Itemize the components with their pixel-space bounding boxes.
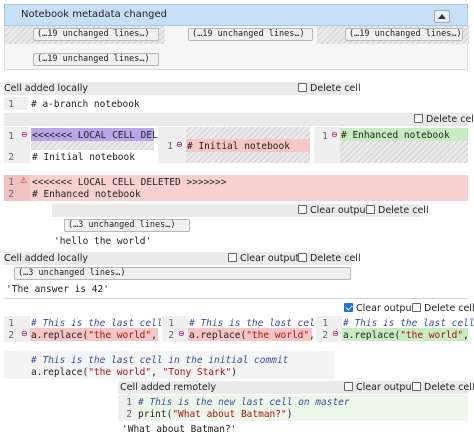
code-line: # a-branch notebook [31,99,140,110]
code-line: # Initial notebook [187,141,290,152]
line-number: 1 [167,141,173,152]
checkbox-icon[interactable] [298,253,307,262]
cell-output: 'What about Batman?' [122,424,237,435]
checkbox-icon[interactable] [412,382,421,391]
divider [4,298,468,299]
delete-cell-checkbox[interactable]: Delete cell [412,303,474,314]
line-number: 2 [8,330,14,341]
cell-output: 'The answer is 42' [6,284,109,295]
code-line: # Initial notebook [32,152,135,163]
code-line: a.replace("the world", [343,330,474,341]
checkbox-icon[interactable] [344,303,353,312]
metadata-title: Notebook metadata changed [21,9,168,20]
checkbox-icon[interactable] [298,83,307,92]
local-hatch [31,141,154,150]
outputs-toolbar: Clear outputs Delete cell [52,204,429,217]
line-number: 1 [322,131,328,142]
collapse-button[interactable] [434,10,450,23]
code-line: a.replace("the world", [31,330,163,341]
code-line: # Enhanced notebook [32,189,141,200]
delete-cell-checkbox[interactable]: Delete cell [298,83,361,94]
line-number: 1 [322,318,328,329]
cell-header-label: Cell added remotely [120,382,216,393]
line-number: 2 [322,330,328,341]
metadata-body: (…19 unchanged lines…) (…19 unchanged li… [4,26,469,70]
checkbox-icon[interactable] [414,114,423,123]
checkbox-icon[interactable] [344,382,353,391]
cell-header: Cell added locally Clear outputs Delete … [4,252,361,265]
unchanged-lines-remote[interactable]: (…19 unchanged lines…) [345,28,463,41]
conflict-marker-icon: ⊖ [178,329,185,338]
delete-cell-checkbox[interactable]: Delete cell [366,205,429,216]
cell-header-label: Cell added locally [4,83,88,94]
line-number: 2 [8,189,14,200]
clear-outputs-checkbox[interactable]: Clear outputs [344,303,420,314]
cell-output: 'hello the world' [54,236,152,247]
conflict-marker-icon: ⊖ [176,140,183,149]
unchanged-lines[interactable]: (…3 unchanged lines…) [14,267,351,280]
code-line: a.replace("the world", "Tony Stark") [31,367,237,378]
conflict-marker-icon: ⊖ [331,130,338,139]
line-number: 1 [8,177,14,188]
line-number: 1 [126,397,132,408]
code-line: # Enhanced notebook [341,130,450,141]
delete-cell-checkbox[interactable]: Delete cell [298,253,361,264]
line-number: 1 [8,99,14,110]
code-comment: # This is the last cell [343,318,474,329]
checkbox-icon[interactable] [366,205,375,214]
conflict-marker-icon: ⊖ [21,329,28,338]
line-number: 1 [8,131,14,142]
code-comment: # This is the last cell in the initial c… [31,355,289,366]
unchanged-lines-base[interactable]: (…19 unchanged lines…) [188,28,313,41]
base-hatch [186,127,310,139]
checkbox-icon[interactable] [298,205,307,214]
cell-toolbar: Clear outputs Delete cell [344,302,474,315]
cell-header: Cell added remotely Clear outputs Delete… [118,381,474,394]
code-line: <<<<<<< LOCAL CELL DELETED >>>>>>> [32,177,227,188]
code-comment: # This is the last cell [31,318,163,329]
caret-up-icon [438,14,446,19]
base-hatch [186,152,310,163]
checkbox-icon[interactable] [412,303,421,312]
unchanged-lines-local[interactable]: (…19 unchanged lines…) [33,28,159,41]
cell-header-label: Cell added locally [4,253,88,264]
conflict-marker-icon: ⊖ [21,130,28,139]
cell-header: Cell added locally Delete cell [4,82,361,95]
line-number: 1 [8,318,14,329]
delete-cell-checkbox[interactable]: Delete cell [414,114,474,125]
line-number: 2 [168,330,174,341]
checkbox-icon[interactable] [228,253,237,262]
code-line: a.replace("the world", [189,330,321,341]
clear-outputs-checkbox[interactable]: Clear outputs [298,205,374,216]
line-number: 2 [126,409,132,420]
clear-outputs-checkbox[interactable]: Clear outputs [344,382,420,393]
delete-cell-checkbox[interactable]: Delete cell [412,382,474,393]
conflict-marker-icon: ⊖ [332,329,339,338]
code-line: <<<<<<< LOCAL CELL DELETE [32,130,175,141]
line-number: 1 [168,318,174,329]
warning-icon: ⚠ [20,176,28,185]
code-line: print("What about Batman?") [138,409,293,420]
unchanged-lines-merged[interactable]: (…19 unchanged lines…) [33,53,159,66]
metadata-header[interactable]: Notebook metadata changed [4,4,468,26]
code-comment: # This is the new last cell on master [138,397,350,408]
code-comment: # This is the last cell [189,318,321,329]
cell-toolbar: Delete cell [4,113,474,126]
remote-hatch [340,141,468,163]
unchanged-lines[interactable]: (…3 unchanged lines…) [64,219,190,232]
line-number: 2 [8,152,14,163]
clear-outputs-checkbox[interactable]: Clear outputs [228,253,304,264]
